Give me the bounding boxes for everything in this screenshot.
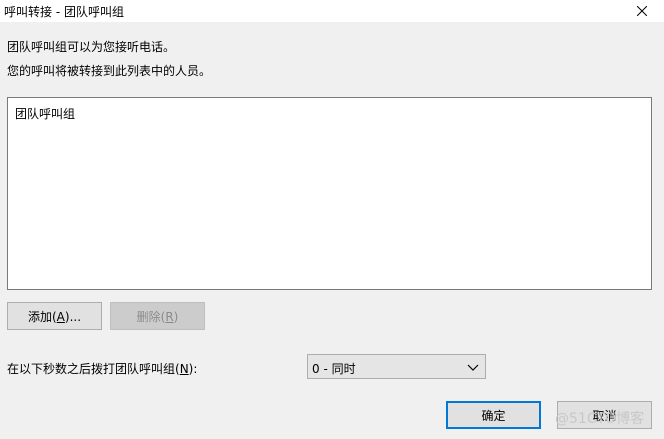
description-line-2: 您的呼叫将被转接到此列表中的人员。 bbox=[7, 64, 212, 78]
window-title: 呼叫转接 - 团队呼叫组 bbox=[4, 5, 124, 19]
ring-delay-dropdown[interactable]: 0 - 同时 bbox=[307, 354, 486, 379]
add-button[interactable]: 添加(A)... bbox=[7, 302, 102, 330]
remove-button[interactable]: 删除(R) bbox=[110, 302, 205, 330]
close-icon bbox=[637, 6, 647, 16]
ok-button[interactable]: 确定 bbox=[446, 401, 541, 429]
ring-delay-label: 在以下秒数之后拨打团队呼叫组(N): bbox=[7, 362, 198, 376]
add-button-label: 添加(A)... bbox=[27, 309, 82, 324]
title-bar: 呼叫转接 - 团队呼叫组 bbox=[0, 0, 664, 22]
team-members-list[interactable]: 团队呼叫组 bbox=[7, 97, 652, 290]
remove-button-label: 删除(R) bbox=[136, 309, 179, 324]
list-item[interactable]: 团队呼叫组 bbox=[15, 105, 75, 122]
ring-delay-selected: 0 - 同时 bbox=[312, 362, 356, 376]
close-button[interactable] bbox=[620, 0, 664, 22]
watermark: @51CTO博客 bbox=[555, 411, 645, 427]
description-line-1: 团队呼叫组可以为您接听电话。 bbox=[7, 40, 176, 54]
chevron-down-icon bbox=[467, 364, 479, 371]
ok-button-label: 确定 bbox=[481, 408, 506, 423]
